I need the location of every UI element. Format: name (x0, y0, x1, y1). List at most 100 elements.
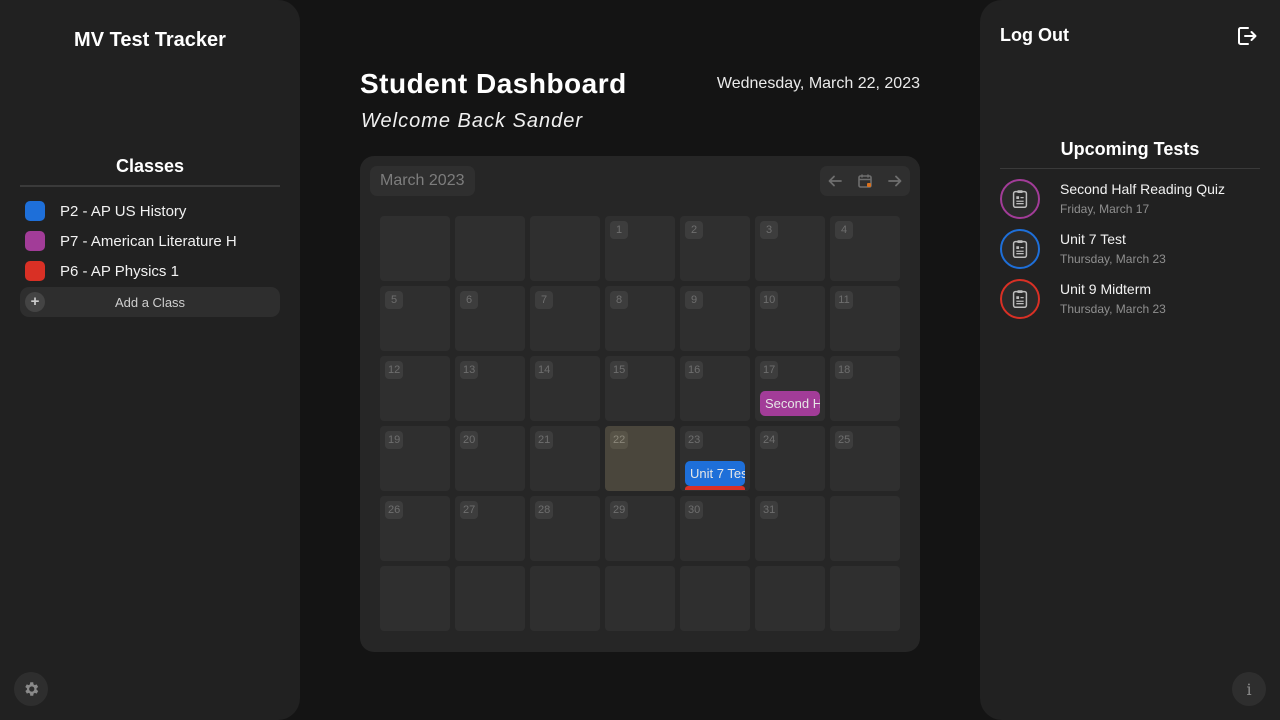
calendar-day-14[interactable]: 14 (530, 356, 600, 421)
logout-button[interactable]: Log Out (1000, 25, 1069, 46)
calendar-empty-cell[interactable] (455, 216, 525, 281)
calendar-empty-cell[interactable] (830, 496, 900, 561)
classes-divider (20, 185, 280, 187)
calendar-day-5[interactable]: 5 (380, 286, 450, 351)
test-name: Second Half Reading Quiz (1060, 181, 1225, 197)
upcoming-divider (1000, 168, 1260, 169)
calendar-day-26[interactable]: 26 (380, 496, 450, 561)
calendar-day-28[interactable]: 28 (530, 496, 600, 561)
info-button[interactable]: i (1232, 672, 1266, 706)
class-color-swatch (25, 201, 45, 221)
calendar-day-15[interactable]: 15 (605, 356, 675, 421)
day-number: 19 (385, 431, 404, 449)
calendar-day-29[interactable]: 29 (605, 496, 675, 561)
calendar-day-6[interactable]: 6 (455, 286, 525, 351)
calendar-day-31[interactable]: 31 (755, 496, 825, 561)
clipboard-icon (1012, 190, 1028, 208)
calendar-day-2[interactable]: 2 (680, 216, 750, 281)
day-number: 17 (760, 361, 779, 379)
test-name: Unit 9 Midterm (1060, 281, 1152, 297)
calendar-day-3[interactable]: 3 (755, 216, 825, 281)
calendar-empty-cell[interactable] (755, 566, 825, 631)
calendar-day-9[interactable]: 9 (680, 286, 750, 351)
day-number: 20 (460, 431, 479, 449)
calendar-event[interactable]: Unit 7 Test (685, 461, 745, 486)
calendar-day-17[interactable]: 17 Second Half Reading Quiz (755, 356, 825, 421)
day-number: 8 (610, 291, 628, 309)
calendar-empty-cell[interactable] (530, 216, 600, 281)
test-icon-wrapper (1000, 229, 1040, 269)
class-item-ap-us-history[interactable]: P2 - AP US History (20, 196, 280, 226)
day-number: 6 (460, 291, 478, 309)
day-number: 22 (610, 431, 629, 449)
calendar-event[interactable] (685, 486, 745, 490)
calendar-day-18[interactable]: 18 (830, 356, 900, 421)
day-number: 2 (685, 221, 703, 239)
test-date: Thursday, March 23 (1060, 252, 1166, 266)
calendar-grid: 1234567891011121314151617Second Half Rea… (380, 216, 900, 632)
upcoming-test-item[interactable]: Second Half Reading Quiz Friday, March 1… (1000, 178, 1260, 228)
calendar-empty-cell[interactable] (530, 566, 600, 631)
settings-button[interactable] (14, 672, 48, 706)
day-number: 11 (835, 291, 853, 309)
class-item-ap-physics[interactable]: P6 - AP Physics 1 (20, 256, 280, 286)
calendar-day-24[interactable]: 24 (755, 426, 825, 491)
calendar-empty-cell[interactable] (455, 566, 525, 631)
calendar-empty-cell[interactable] (830, 566, 900, 631)
calendar-empty-cell[interactable] (680, 566, 750, 631)
day-number: 9 (685, 291, 703, 309)
day-number: 5 (385, 291, 403, 309)
calendar-day-19[interactable]: 19 (380, 426, 450, 491)
day-number: 14 (535, 361, 554, 379)
calendar-day-30[interactable]: 30 (680, 496, 750, 561)
calendar-day-1[interactable]: 1 (605, 216, 675, 281)
day-number: 10 (760, 291, 779, 309)
calendar-event[interactable]: Second Half Reading Quiz (760, 391, 820, 416)
calendar-day-8[interactable]: 8 (605, 286, 675, 351)
add-class-button[interactable]: + Add a Class (20, 287, 280, 317)
upcoming-test-item[interactable]: Unit 9 Midterm Thursday, March 23 (1000, 278, 1260, 328)
plus-icon: + (25, 292, 45, 312)
today-calendar-icon (858, 174, 872, 188)
today-button[interactable] (854, 170, 876, 192)
welcome-message: Welcome Back Sander (361, 110, 584, 132)
calendar-day-4[interactable]: 4 (830, 216, 900, 281)
calendar-day-13[interactable]: 13 (455, 356, 525, 421)
arrow-right-icon (888, 175, 902, 187)
gear-icon (25, 682, 39, 696)
day-number: 30 (685, 501, 704, 519)
calendar-day-11[interactable]: 11 (830, 286, 900, 351)
next-month-button[interactable] (884, 170, 906, 192)
calendar-empty-cell[interactable] (605, 566, 675, 631)
day-number: 28 (535, 501, 554, 519)
day-number: 23 (685, 431, 704, 449)
test-icon-wrapper (1000, 179, 1040, 219)
test-date: Thursday, March 23 (1060, 302, 1166, 316)
day-number: 13 (460, 361, 479, 379)
calendar-empty-cell[interactable] (380, 216, 450, 281)
calendar-day-21[interactable]: 21 (530, 426, 600, 491)
calendar-day-16[interactable]: 16 (680, 356, 750, 421)
upcoming-test-item[interactable]: Unit 7 Test Thursday, March 23 (1000, 228, 1260, 278)
calendar-day-23[interactable]: 23 Unit 7 Test (680, 426, 750, 491)
arrow-left-icon (828, 175, 842, 187)
calendar-month-label: March 2023 (370, 166, 475, 196)
calendar-day-22[interactable]: 22 (605, 426, 675, 491)
calendar-day-27[interactable]: 27 (455, 496, 525, 561)
upcoming-tests-list: Second Half Reading Quiz Friday, March 1… (1000, 178, 1260, 328)
prev-month-button[interactable] (824, 170, 846, 192)
class-item-american-literature[interactable]: P7 - American Literature H (20, 226, 280, 256)
calendar-day-25[interactable]: 25 (830, 426, 900, 491)
calendar: March 2023 1 2 3 4 5 6 7 8 9 10 11 12 13 14 15 16 1 (360, 156, 920, 652)
page-title: Student Dashboard (360, 68, 627, 99)
day-number: 27 (460, 501, 479, 519)
current-date: Wednesday, March 22, 2023 (716, 75, 920, 92)
calendar-day-7[interactable]: 7 (530, 286, 600, 351)
calendar-day-20[interactable]: 20 (455, 426, 525, 491)
calendar-day-12[interactable]: 12 (380, 356, 450, 421)
calendar-day-10[interactable]: 10 (755, 286, 825, 351)
logout-icon[interactable] (1234, 24, 1258, 48)
day-number: 25 (835, 431, 854, 449)
app-title: MV Test Tracker (74, 29, 226, 51)
calendar-empty-cell[interactable] (380, 566, 450, 631)
